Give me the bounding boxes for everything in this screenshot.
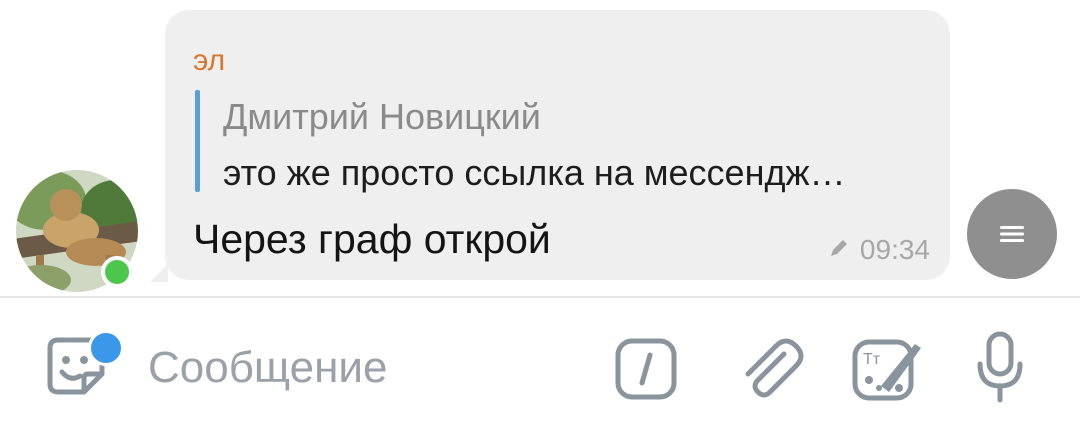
bubble-tail xyxy=(150,264,168,282)
command-icon xyxy=(615,338,677,400)
sender-name[interactable]: эл xyxy=(193,44,225,78)
reply-author[interactable]: Дмитрий Новицкий xyxy=(223,96,541,138)
reply-text[interactable]: это же просто ссылка на мессендж… xyxy=(223,152,846,194)
message-text: Через граф открой xyxy=(193,216,551,262)
message-input[interactable]: Сообщение xyxy=(148,343,387,393)
paint-icon: Tт xyxy=(852,339,921,401)
reply-quote-bar xyxy=(195,90,200,192)
attach-button[interactable] xyxy=(734,332,806,404)
command-button[interactable] xyxy=(614,337,678,401)
message-meta: 09:34 xyxy=(828,234,930,266)
paint-button[interactable]: Tт xyxy=(851,334,925,406)
pencil-icon xyxy=(828,234,850,266)
voice-button[interactable] xyxy=(975,330,1025,406)
message-bubble[interactable]: эл Дмитрий Новицкий это же просто ссылка… xyxy=(165,10,950,280)
paperclip-icon xyxy=(745,338,804,398)
notification-dot xyxy=(88,330,124,366)
microphone-icon xyxy=(977,331,1023,403)
message-time: 09:34 xyxy=(859,234,930,265)
menu-icon xyxy=(1000,226,1024,242)
online-status-dot xyxy=(101,256,133,288)
svg-text:Tт: Tт xyxy=(863,351,881,368)
message-menu-button[interactable] xyxy=(967,189,1057,279)
